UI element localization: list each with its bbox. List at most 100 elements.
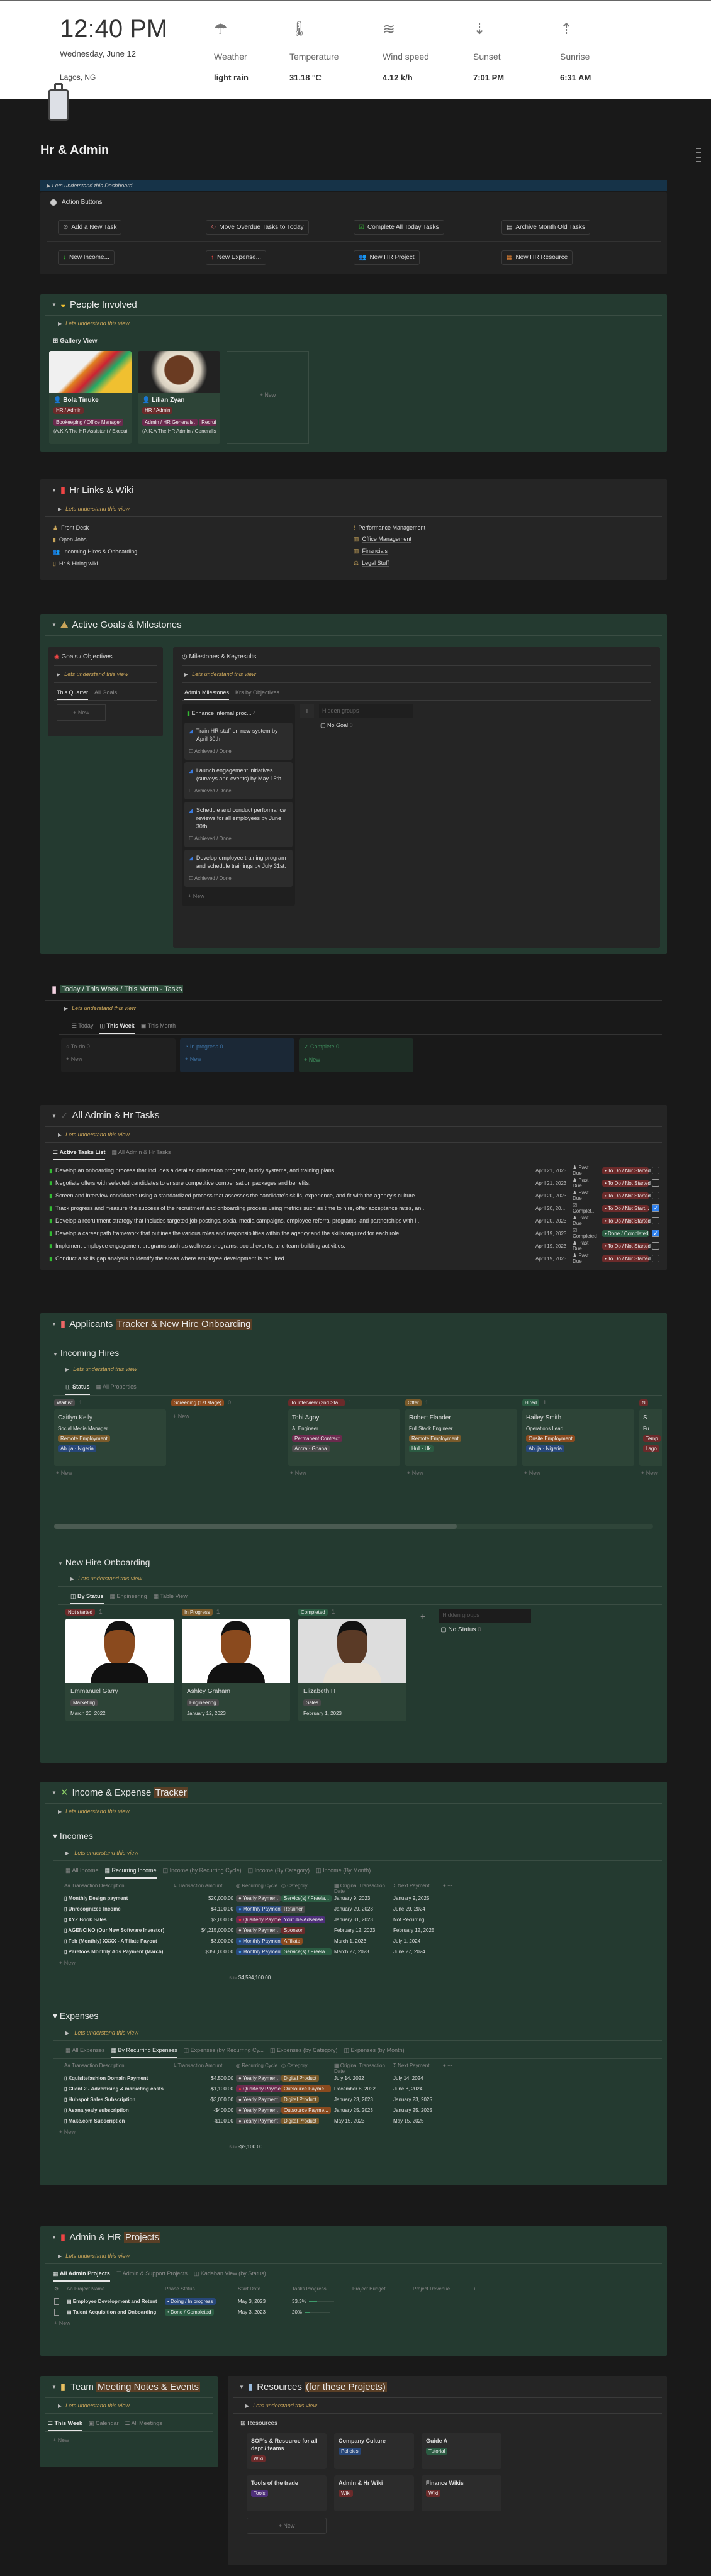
dashboard-toggle[interactable]: ▶ Lets understand this Dashboard [40,180,667,191]
tab-this-quarter[interactable]: This Quarter [57,689,89,700]
new-row-button[interactable]: + New [59,1957,667,1968]
new-hr-resourcebutton[interactable]: ▦ New HR Resource [501,250,573,265]
hidden-groups[interactable]: Hidden groups [439,1609,532,1623]
tab-all-projects[interactable]: ▦ All Admin Projects [53,2270,110,2282]
table-row[interactable]: ▯ AGENCINO (Our New Software Investor) $4… [64,1925,667,1936]
applicant-card[interactable]: Tobi Agoyi AI Engineer Permanent Contract A… [288,1409,400,1466]
understand-toggle[interactable]: ▶ Lets understand this view [54,666,157,683]
done-checkbox[interactable]: ✓ [652,1204,659,1212]
milestone-card[interactable]: ◢ Train HR staff on new system by April 3… [184,723,293,760]
tab-engineering[interactable]: ▦ Engineering [110,1593,147,1604]
done-checkbox[interactable] [652,1242,659,1250]
resources-gallery-tab[interactable]: ⊞ Resources [228,2414,667,2433]
tab-table-view[interactable]: ▦ Table View [154,1593,188,1604]
task-row[interactable]: ▮ Conduct a skills gap analysis to identi… [49,1252,659,1265]
person-card[interactable]: 👤 Bola Tinuke HR / Admin Bookeeping / Offi… [49,351,132,444]
understand-toggle[interactable]: ▶ Lets understand this view [45,1001,662,1016]
new-row-button[interactable]: + New [54,2318,653,2329]
new-income-button[interactable]: ↓ New Income... [58,250,115,265]
tab-by-status[interactable]: ◫ By Status [70,1593,104,1604]
tab-active-tasks[interactable]: ☰ Active Tasks List [53,1149,106,1160]
understand-toggle[interactable]: ▶ Lets understand this view [53,1362,662,1377]
tab-krs-by-objectives[interactable]: Krs by Objectives [235,689,279,700]
understand-toggle[interactable]: ▶ Lets understand this view [45,1804,662,1819]
understand-toggle[interactable]: ▶ Lets understand this view [233,2398,662,2414]
applicant-card[interactable]: Caitlyn Kelly Social Media Manager Remote … [54,1409,166,1466]
link-performance-management[interactable]: ! Performance Management [354,525,654,531]
tab-today[interactable]: ☰ Today [72,1023,93,1034]
row-checkbox[interactable] [54,2309,59,2316]
task-row[interactable]: ▮ Track progress and measure the success … [49,1202,659,1214]
new-hr-projectbutton[interactable]: 👥 New HR Project [354,250,420,265]
applicant-card[interactable]: Robert Flander Full Stack Engineer Remote … [405,1409,517,1466]
task-row[interactable]: ▮ Develop a career path framework that ou… [49,1227,659,1240]
table-row[interactable]: ▯ Make.com Subscription -$100.00 ● Yearly … [64,2116,667,2126]
table-row[interactable]: ▯ Asana yealy subscription -$400.00 ● Year… [64,2105,667,2116]
achieved-checkbox[interactable]: ☐ Achieved / Done [189,874,288,882]
understand-toggle[interactable]: ▶ Lets understand this view [45,1127,662,1143]
tab-all-goals[interactable]: All Goals [94,689,117,700]
table-of-contents-icon[interactable] [696,148,701,165]
new-card-button[interactable]: + New [185,1056,289,1062]
new-card-button[interactable]: + New [304,1057,408,1063]
table-row[interactable]: ▯ Paretoos Monthly Ads Payment (March) $3… [64,1946,667,1957]
link-financials[interactable]: ▥ Financials [354,548,654,555]
new-card-button[interactable]: + New [66,1056,171,1062]
milestone-card[interactable]: ◢ Schedule and conduct performance review… [184,802,293,847]
table-row[interactable]: ▯ Xquisitefashion Domain Payment $4,500.0… [64,2073,667,2084]
collapse-toggle[interactable]: ▼ [52,1790,57,1796]
tab-this-month[interactable]: ▣ This Month [141,1023,176,1034]
collapse-toggle[interactable]: ▼ [52,2235,57,2240]
collapse-toggle[interactable]: ▼ [52,1321,57,1327]
task-row[interactable]: ▮ Implement employee engagement programs … [49,1240,659,1252]
new-meeting-button[interactable]: + New [40,2436,218,2445]
collapse-toggle[interactable]: ▼ [52,2384,57,2390]
collapse-toggle[interactable]: ▼ [239,2384,244,2390]
collapse-toggle[interactable]: ▼ [52,487,57,493]
done-checkbox[interactable] [652,1255,659,1262]
tab-kanban[interactable]: ◫ Kadaban View (by Status) [194,2270,266,2282]
complete-all-today-tasksbutton[interactable]: ☑ Complete All Today Tasks [354,220,444,235]
new-row-button[interactable]: + New [59,2126,667,2138]
table-row[interactable]: ▯ Feb (Monthly) XXXX - Affiliate Payout $… [64,1936,667,1946]
table-row[interactable]: ▯ Hubspot Sales Subscription -$3,000.00 ● … [64,2094,667,2105]
tab-support-projects[interactable]: ☰ Admin & Support Projects [116,2270,188,2282]
no-goal-group[interactable]: ▢ No Goal 0 [319,718,413,733]
project-row[interactable]: ▤ Talent Acquisition and Onboarding • Don… [54,2307,653,2318]
tab-income-by-month-[interactable]: ◫ Income (By Month) [316,1867,371,1879]
new-card-button[interactable]: + New [171,1409,283,1423]
hire-card[interactable]: Ashley Graham Engineering January 12, 2023 [182,1619,290,1721]
horizontal-scrollbar[interactable] [54,1524,653,1529]
resource-card[interactable]: Company Culture Policies [334,2433,414,2469]
tab-expenses-by-recurring-cy-[interactable]: ◫ Expenses (by Recurring Cy... [184,2047,264,2058]
move-overdue-tasks-to-todaybutton[interactable]: ↻ Move Overdue Tasks to Today [206,220,309,235]
new-card-button[interactable]: + New [54,1466,166,1480]
new-card-button[interactable]: + New [639,1466,662,1480]
milestone-card[interactable]: ◢ Launch engagement initiatives (surveys … [184,762,293,799]
done-checkbox[interactable] [652,1167,659,1174]
hire-card[interactable]: Elizabeth H Sales February 1, 2023 [298,1619,406,1721]
resource-card[interactable]: Admin & Hr Wiki Wiki [334,2475,414,2511]
tab-admin-milestones[interactable]: Admin Milestones [184,689,230,700]
collapse-toggle[interactable]: ▼ [52,1113,57,1119]
task-row[interactable]: ▮ Develop an onboarding process that incl… [49,1164,659,1177]
resource-card[interactable]: Tools of the trade Tools [247,2475,327,2511]
tab-this-week[interactable]: ◫ This Week [99,1023,135,1034]
add-column-button[interactable]: + ··· [443,1883,462,1894]
link-open-jobs[interactable]: ▮ Open Jobs [53,536,354,543]
task-row[interactable]: ▮ Negotiate offers with selected candidat… [49,1177,659,1189]
resource-card[interactable]: Guide A Tutorial [422,2433,501,2469]
link-hr-hiring-wiki[interactable]: ▯ Hr & Hiring wiki [53,560,354,567]
new-expense-button[interactable]: ↑ New Expense... [206,250,267,265]
tab-all-income[interactable]: ▦ All Income [65,1867,99,1879]
tab-all-properties[interactable]: ▦ All Properties [96,1384,137,1395]
tab-income-by-recurring-cycle-[interactable]: ◫ Income (by Recurring Cycle) [163,1867,242,1879]
achieved-checkbox[interactable]: ☐ Achieved / Done [189,787,288,795]
tab-income-by-category-[interactable]: ◫ Income (By Category) [248,1867,310,1879]
done-checkbox[interactable] [652,1217,659,1224]
project-row[interactable]: ▤ Employee Development and Retent • Doing… [54,2296,653,2307]
understand-toggle[interactable]: ▶ Lets understand this view [45,316,662,331]
applicant-card[interactable]: S Fu Temp Lago [639,1409,662,1466]
tab-all-expenses[interactable]: ▦ All Expenses [65,2047,105,2058]
task-row[interactable]: ▮ Screen and interview candidates using a… [49,1189,659,1202]
